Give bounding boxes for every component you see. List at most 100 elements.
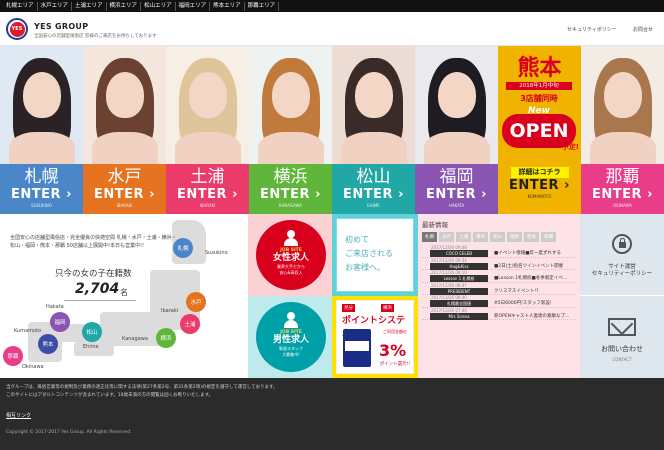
- nav-fukuoka[interactable]: 福岡エリア: [176, 1, 211, 11]
- map-pin-kumamoto[interactable]: 熊本: [38, 334, 58, 354]
- news-item[interactable]: 2017/12/26 09:10 Lesson 1 札幌校 ■Lesson 1札幌校…: [422, 270, 576, 283]
- area-band: 横浜 ENTER › KANAGAWA: [249, 164, 332, 214]
- brand-name[interactable]: YES GROUP: [34, 22, 88, 31]
- security-policy-banner[interactable]: サイト運営 セキュリティーポリシー: [580, 214, 664, 296]
- news-shop: 札幌最全国値: [430, 300, 488, 307]
- area-sapporo[interactable]: 札幌 ENTER › SUSUKINO: [0, 46, 83, 214]
- nav-tsuchiura[interactable]: 土浦エリア: [72, 1, 107, 11]
- contact-sub: CONTACT: [612, 357, 632, 362]
- area-photo: [332, 46, 415, 172]
- kumamoto-detail-button[interactable]: 詳細はコチラ: [510, 167, 569, 178]
- area-roman: IBARAKI: [199, 203, 216, 208]
- logo-text: YES: [9, 21, 25, 37]
- news-shop: COCO CELEB: [430, 250, 488, 257]
- divider: [64, 300, 136, 301]
- nav-sapporo[interactable]: 札幌エリア: [3, 1, 38, 11]
- news-tab-yokohama[interactable]: 横浜: [473, 232, 488, 242]
- area-photo: [166, 46, 249, 172]
- security-line1: サイト運営: [608, 264, 636, 270]
- area-yokohama[interactable]: 横浜 ENTER › KANAGAWA: [249, 46, 332, 214]
- nav-matsuyama[interactable]: 松山エリア: [141, 1, 176, 11]
- news-shop: Hug&Kiss: [430, 262, 488, 270]
- news-item[interactable]: 2017/12/26 08:47 PRESIDENT クリスマスイベント!?: [422, 283, 576, 295]
- enter-button[interactable]: ENTER ›: [415, 188, 498, 202]
- area-naha[interactable]: 那覇 ENTER › OKINAWA: [581, 46, 664, 214]
- first-visitors-banner[interactable]: 初めて ご来店される お客様へ。: [332, 214, 418, 296]
- news-text: ■Lesson 1札幌校■冬季限定イベ…: [494, 276, 568, 281]
- nav-mito[interactable]: 水戸エリア: [38, 1, 73, 11]
- news-tab-sapporo[interactable]: 札幌: [422, 232, 437, 242]
- area-tsuchiura[interactable]: 土浦 ENTER › IBARAKI: [166, 46, 249, 214]
- map-pin-fukuoka[interactable]: 福岡: [50, 312, 70, 332]
- tagline: 全国安心の店舗型風俗店 皆様のご来店をお待ちしております: [34, 34, 157, 39]
- enter-button[interactable]: ENTER ›: [0, 188, 83, 202]
- news-text: ■2日(土)指名ツインイベント開催: [494, 263, 564, 269]
- area-matsuyama[interactable]: 松山 ENTER › EHIME: [332, 46, 415, 214]
- first-visitors-box: 初めて ご来店される お客様へ。: [336, 218, 414, 292]
- contact-banner[interactable]: お問い合わせ CONTACT: [580, 296, 664, 378]
- news-tabs: 札幌 水戸 土浦 横浜 松山 福岡 熊本 那覇: [422, 232, 576, 242]
- kumamoto-stores: 3店舗同時: [520, 94, 558, 103]
- area-roman: SUSUKINO: [31, 203, 52, 208]
- map-pin-sapporo[interactable]: 札幌: [173, 238, 193, 258]
- news-tab-kumamoto[interactable]: 熊本: [524, 232, 539, 242]
- girl-count-unit: 名: [120, 288, 128, 297]
- security-policy-link[interactable]: セキュリティポリシー: [567, 26, 617, 33]
- nav-kumamoto[interactable]: 熊本エリア: [210, 1, 245, 11]
- area-mito[interactable]: 水戸 ENTER › IBARAKI: [83, 46, 166, 214]
- news-item[interactable]: 2017/12/26 09:34 Hug&Kiss ■2日(土)指名ツインイベント開…: [422, 258, 576, 270]
- map-pin-tsuchiura[interactable]: 土浦: [180, 314, 200, 334]
- visitors-line1: 初めて: [345, 235, 369, 244]
- area-fukuoka[interactable]: 福岡 ENTER › HAKATA: [415, 46, 498, 214]
- point-tag-2: 横浜: [381, 304, 394, 312]
- area-city: 水戸: [107, 167, 142, 187]
- yes-logo[interactable]: YES: [6, 18, 28, 40]
- area-roman: IBARAKI: [116, 203, 133, 208]
- map-pin-mito[interactable]: 水戸: [186, 292, 206, 312]
- kumamoto-yotei: 予定!: [561, 143, 579, 151]
- recruit-female-banner[interactable]: JOB SITE 女性求人 業界大手だから 安心&高収入: [248, 214, 332, 296]
- area-city: 横浜: [273, 167, 308, 187]
- news-tab-matsuyama[interactable]: 松山: [490, 232, 505, 242]
- point-sub: ポイント還元!!: [379, 362, 411, 367]
- enter-button[interactable]: ENTER ›: [332, 188, 415, 202]
- enter-button[interactable]: ENTER ›: [581, 188, 664, 202]
- site-header: YES YES GROUP 全国安心の店舗型風俗店 皆様のご来店をお待ちしており…: [0, 12, 664, 46]
- news-shop: PRESIDENT: [430, 287, 488, 295]
- point-tag-1: 見分: [342, 304, 355, 312]
- recruit-female-title: 女性求人: [272, 253, 309, 263]
- envelope-icon: [608, 318, 636, 336]
- news-tab-tsuchiura[interactable]: 土浦: [456, 232, 471, 242]
- kumamoto-open-banner: 熊本 2018年1月中旬 3店舗同時 OPEN New 予定!: [498, 46, 581, 164]
- news-item[interactable]: 2017/12/26 07:40 Mrs Sirena 新OPENキャスト人妻達の素…: [422, 308, 576, 320]
- nav-naha[interactable]: 那覇エリア: [245, 1, 280, 11]
- enter-button[interactable]: ENTER ›: [498, 179, 581, 193]
- area-photo: [0, 46, 83, 172]
- news-item[interactable]: 2017/12/26 09:48 COCO CELEB ■イベント情報■年一度ずれす…: [422, 245, 576, 258]
- enter-button[interactable]: ENTER ›: [166, 188, 249, 202]
- nav-yokohama[interactable]: 横浜エリア: [107, 1, 142, 11]
- news-tab-mito[interactable]: 水戸: [439, 232, 454, 242]
- footer-note-1: 当グループは、風俗営業等の規制及び業務の適正化等に関する法律(第27条第2号、第…: [6, 385, 278, 390]
- news-tab-fukuoka[interactable]: 福岡: [507, 232, 522, 242]
- map-pin-matsuyama[interactable]: 松山: [82, 322, 102, 342]
- map-label-susukino: Susukino: [205, 250, 228, 256]
- point-system-banner[interactable]: 見分 横浜 ポイントシステム ご利用金額の 3% ポイント還元!!: [332, 296, 418, 378]
- top-nav-bar: 札幌エリア 水戸エリア 土浦エリア 横浜エリア 松山エリア 福岡エリア 熊本エリ…: [0, 0, 664, 12]
- area-band: 那覇 ENTER › OKINAWA: [581, 164, 664, 214]
- map-label-ehime: Ehime: [83, 344, 99, 350]
- area-kumamoto[interactable]: 熊本 2018年1月中旬 3店舗同時 OPEN New 予定! 詳細はコチラ E…: [498, 46, 581, 214]
- enter-button[interactable]: ENTER ›: [83, 188, 166, 202]
- news-item[interactable]: 2017/12/26 08:40 札幌最全国値 #5日6000円!スタッフ新設!: [422, 295, 576, 308]
- news-panel: 最新情報 札幌 水戸 土浦 横浜 松山 福岡 熊本 那覇 2017/12/26 …: [418, 214, 580, 378]
- news-tab-naha[interactable]: 那覇: [541, 232, 556, 242]
- map-pin-naha[interactable]: 那覇: [3, 346, 23, 366]
- point-note: ご利用金額の: [383, 329, 407, 334]
- enter-button[interactable]: ENTER ›: [249, 188, 332, 202]
- map-pin-yokohama[interactable]: 横浜: [156, 328, 176, 348]
- contact-link[interactable]: お問合せ: [633, 26, 653, 33]
- recruit-male-banner[interactable]: JOB SITE 男性求人 幹部スタッフ 大募集中!: [248, 296, 332, 378]
- recruit-male-circle: JOB SITE 男性求人 幹部スタッフ 大募集中!: [256, 302, 326, 372]
- mutual-link[interactable]: 相互リンク: [6, 412, 31, 419]
- kumamoto-title: 熊本: [517, 55, 562, 81]
